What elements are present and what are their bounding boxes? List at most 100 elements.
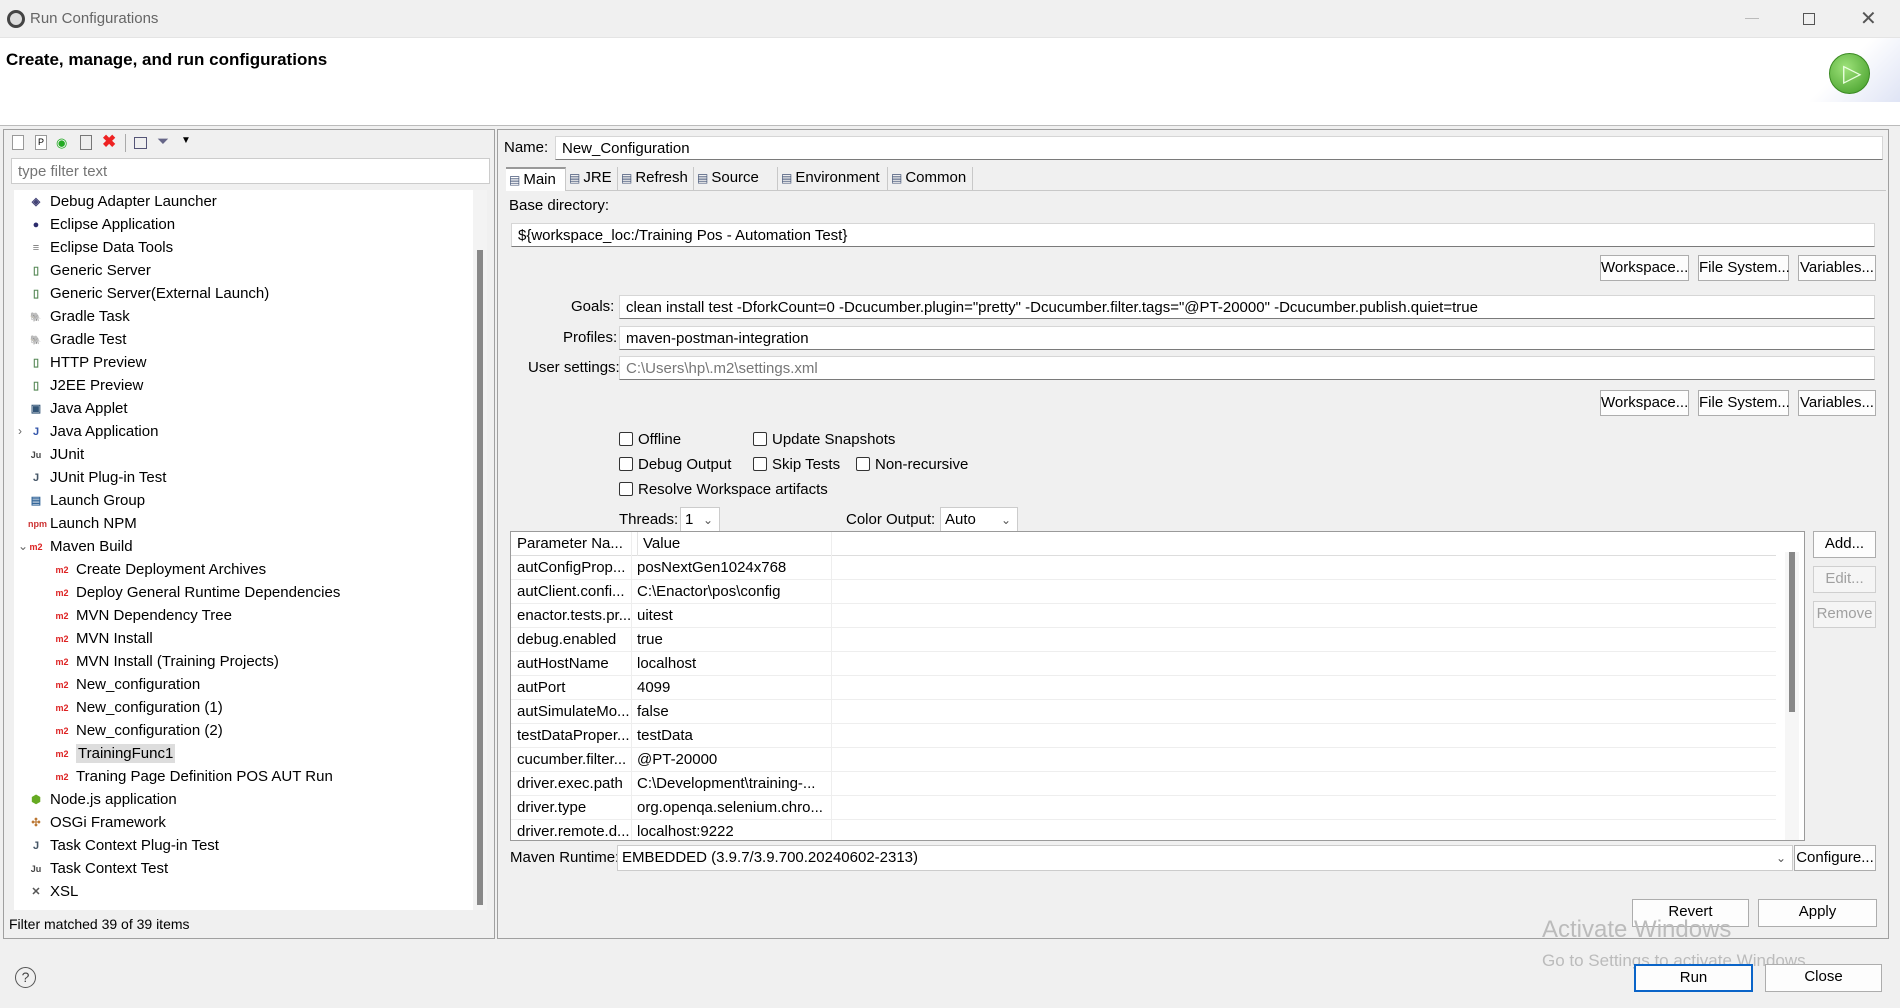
tree-item[interactable]: ✣ OSGi Framework (28, 811, 165, 834)
new-prototype-icon[interactable]: P (35, 135, 47, 150)
tree-item[interactable]: › J Java Application (18, 420, 158, 443)
table-row[interactable]: cucumber.filter... @PT-20000 (511, 748, 1776, 772)
non-recursive-checkbox[interactable]: Non-recursive (856, 456, 968, 474)
tree-item[interactable]: Ju Task Context Test (28, 857, 168, 880)
tree-item[interactable]: ⬢ Node.js application (28, 788, 177, 811)
settings-filesystem-button[interactable]: File System... (1698, 390, 1790, 416)
tree-item[interactable]: ▤ Launch Group (28, 489, 145, 512)
close-window-button[interactable]: ✕ (1860, 6, 1877, 31)
tree-item[interactable]: ⌄ m2 Maven Build (18, 535, 133, 558)
settings-workspace-button[interactable]: Workspace... (1600, 390, 1689, 416)
tab-source[interactable]: ▤ Source (694, 167, 778, 191)
skip-tests-checkbox[interactable]: Skip Tests (753, 456, 840, 474)
tree-item[interactable]: m2 Deploy General Runtime Dependencies (54, 581, 340, 604)
tree-item[interactable]: m2 New_configuration (54, 673, 200, 696)
tab-refresh[interactable]: ▤ Refresh (618, 167, 694, 191)
tree-item[interactable]: m2 TrainingFunc1 (54, 742, 176, 765)
table-row[interactable]: autPort 4099 (511, 676, 1776, 700)
configure-runtime-button[interactable]: Configure... (1794, 845, 1876, 871)
tree-item[interactable]: J Task Context Plug-in Test (28, 834, 219, 857)
apply-button[interactable]: Apply (1758, 899, 1877, 927)
expander-icon[interactable]: ⌄ (18, 535, 28, 558)
table-scrollbar[interactable] (1785, 552, 1799, 840)
tree-item[interactable]: m2 MVN Dependency Tree (54, 604, 231, 627)
table-row[interactable]: testDataProper... testData (511, 724, 1776, 748)
tree-scrollbar[interactable] (473, 190, 487, 910)
color-output-select[interactable]: Auto ⌄ (940, 507, 1018, 533)
table-row[interactable]: debug.enabled true (511, 628, 1776, 652)
table-row[interactable]: autSimulateMo... false (511, 700, 1776, 724)
tree-item[interactable]: ≡ Eclipse Data Tools (28, 236, 173, 259)
add-parameter-button[interactable]: Add... (1813, 531, 1876, 558)
filter-icon[interactable]: ⏷ (157, 133, 169, 150)
tree-item[interactable]: ▯ HTTP Preview (28, 351, 146, 374)
tree-item[interactable]: m2 Traning Page Definition POS AUT Run (54, 765, 332, 788)
maven-icon: m2 (55, 588, 69, 599)
minimize-button[interactable] (1745, 18, 1759, 19)
tree-item[interactable]: m2 Create Deployment Archives (54, 558, 266, 581)
table-row[interactable]: enactor.tests.pr... uitest (511, 604, 1776, 628)
base-directory-field[interactable]: ${workspace_loc:/Training Pos - Automati… (511, 223, 1875, 247)
view-menu-icon[interactable]: ▼ (181, 135, 191, 146)
table-row[interactable]: driver.remote.d... localhost:9222 (511, 820, 1776, 840)
tree-item[interactable]: npm Launch NPM (28, 512, 137, 535)
tree-item[interactable]: Ju JUnit (28, 443, 84, 466)
color-output-value: Auto (945, 511, 976, 528)
remove-parameter-button[interactable]: Remove (1813, 601, 1876, 628)
close-button[interactable]: Close (1765, 964, 1882, 992)
tab-main[interactable]: ▤ Main (506, 167, 566, 191)
resolve-workspace-checkbox[interactable]: Resolve Workspace artifacts (619, 481, 828, 499)
delete-icon[interactable]: ✖ (102, 132, 116, 152)
tree-item[interactable]: m2 MVN Install (Training Projects) (54, 650, 278, 673)
table-row[interactable]: autClient.confi... C:\Enactor\pos\config (511, 580, 1776, 604)
tree-item[interactable]: ▣ Java Applet (28, 397, 128, 420)
tab-common[interactable]: ▤ Common (888, 167, 973, 191)
update-snapshots-checkbox[interactable]: Update Snapshots (753, 431, 895, 449)
tree-item[interactable]: ▯ Generic Server(External Launch) (28, 282, 269, 305)
edit-parameter-button[interactable]: Edit... (1813, 566, 1876, 593)
base-variables-button[interactable]: Variables... (1798, 255, 1876, 281)
tree-item[interactable]: m2 New_configuration (1) (54, 696, 222, 719)
tree-item[interactable]: ● Eclipse Application (28, 213, 175, 236)
table-scrollbar-thumb[interactable] (1789, 552, 1795, 712)
table-row[interactable]: autConfigProp... posNextGen1024x768 (511, 556, 1776, 580)
tab-environment[interactable]: ▤ Environment (778, 167, 888, 191)
debug-output-checkbox[interactable]: Debug Output (619, 456, 731, 474)
export-icon[interactable]: ◉ (56, 135, 67, 151)
tree-item[interactable]: 🐘 Gradle Task (28, 305, 129, 328)
tree-item[interactable]: ◈ Debug Adapter Launcher (28, 190, 217, 213)
tree-item[interactable]: 🐘 Gradle Test (28, 328, 126, 351)
new-config-icon[interactable] (12, 135, 24, 150)
table-row[interactable]: autHostName localhost (511, 652, 1776, 676)
table-row[interactable]: driver.exec.path C:\Development\training-… (511, 772, 1776, 796)
duplicate-icon[interactable] (80, 135, 92, 150)
tree-item[interactable]: ▯ J2EE Preview (28, 374, 143, 397)
base-filesystem-button[interactable]: File System... (1698, 255, 1790, 281)
help-icon[interactable]: ? (15, 967, 36, 988)
settings-variables-button[interactable]: Variables... (1798, 390, 1876, 416)
tree-item[interactable]: m2 MVN Install (54, 627, 152, 650)
tree-item[interactable]: J JUnit Plug-in Test (28, 466, 167, 489)
name-field[interactable]: New_Configuration (555, 136, 1883, 160)
tree-item[interactable]: m2 New_configuration (2) (54, 719, 222, 742)
maximize-button[interactable] (1803, 13, 1815, 25)
run-button[interactable]: Run (1634, 964, 1753, 992)
tree-scrollbar-thumb[interactable] (477, 250, 483, 905)
tab-jre[interactable]: ▤ JRE (566, 167, 618, 191)
offline-checkbox[interactable]: Offline (619, 431, 681, 449)
column-header-value[interactable]: Value (637, 532, 832, 556)
filter-input[interactable] (11, 158, 490, 184)
maven-runtime-select[interactable]: EMBEDDED (3.9.7/3.9.700.20240602-2313) ⌄ (617, 845, 1793, 871)
table-row[interactable]: driver.type org.openqa.selenium.chro... (511, 796, 1776, 820)
param-value: C:\Development\training-... (637, 775, 816, 792)
tree-item[interactable]: ✕ XSL (28, 880, 78, 903)
expander-icon[interactable]: › (18, 420, 22, 443)
collapse-all-icon[interactable] (134, 137, 147, 149)
user-settings-field[interactable]: C:\Users\hp\.m2\settings.xml (619, 356, 1875, 380)
profiles-field[interactable]: maven-postman-integration (619, 326, 1875, 350)
threads-select[interactable]: 1 ⌄ (680, 507, 720, 533)
column-header-name[interactable]: Parameter Na... (517, 532, 632, 556)
base-workspace-button[interactable]: Workspace... (1600, 255, 1689, 281)
tree-item[interactable]: ▯ Generic Server (28, 259, 151, 282)
goals-field[interactable]: clean install test -DforkCount=0 -Dcucum… (619, 295, 1875, 319)
